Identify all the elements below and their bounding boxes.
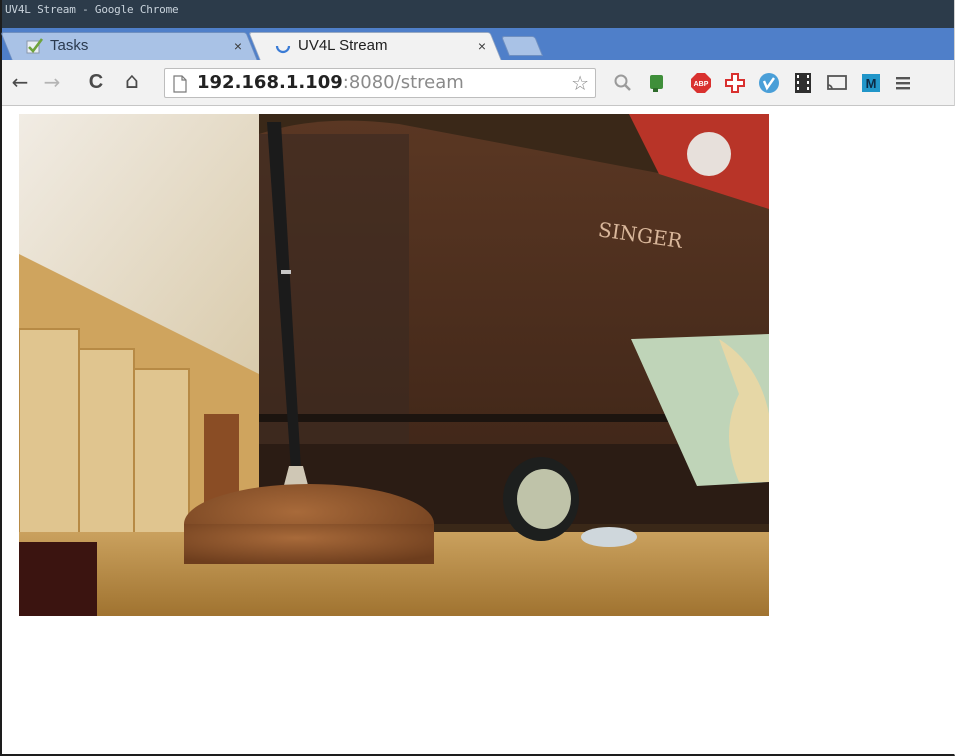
svg-text:M: M — [866, 76, 877, 91]
plus-cross-extension-icon[interactable] — [724, 72, 746, 94]
video-stream-image: SINGER — [19, 114, 769, 616]
address-bar[interactable]: 192.168.1.109:8080/stream ☆ — [164, 68, 596, 98]
window-title: UV4L Stream - Google Chrome — [5, 3, 179, 16]
page-icon — [173, 75, 187, 97]
new-tab-button[interactable] — [500, 36, 544, 56]
m-extension-icon[interactable]: M — [860, 72, 882, 94]
star-bookmark-icon[interactable]: ☆ — [571, 71, 589, 95]
url-path: :8080/stream — [342, 72, 464, 93]
svg-text:ABP: ABP — [694, 81, 709, 88]
tab-tasks[interactable]: Tasks × — [0, 32, 259, 61]
browser-toolbar: ← → C ⌂ 192.168.1.109:8080/stream ☆ ABP — [2, 60, 954, 106]
page-viewport: SINGER — [4, 106, 955, 754]
browser-window: UV4L Stream - Google Chrome Tasks × UV4L… — [0, 0, 955, 756]
loading-spinner-icon — [274, 37, 292, 55]
url-text: 192.168.1.109:8080/stream — [197, 69, 464, 97]
url-host: 192.168.1.109 — [197, 72, 343, 93]
film-strip-icon[interactable] — [792, 72, 814, 94]
tab-label: UV4L Stream — [298, 37, 388, 54]
reload-button[interactable]: C — [84, 70, 108, 94]
cast-icon[interactable] — [826, 72, 848, 94]
tab-strip: Tasks × UV4L Stream × — [0, 28, 954, 61]
vimeo-icon[interactable] — [758, 72, 780, 94]
search-extension-icon[interactable] — [612, 72, 634, 94]
tab-uv4l-stream[interactable]: UV4L Stream × — [248, 32, 502, 61]
evernote-icon[interactable] — [646, 72, 668, 94]
forward-button[interactable]: → — [40, 70, 64, 94]
home-button[interactable]: ⌂ — [120, 70, 144, 94]
adblock-plus-icon[interactable]: ABP — [690, 72, 712, 94]
tab-label: Tasks — [50, 37, 89, 54]
window-titlebar: UV4L Stream - Google Chrome — [2, 0, 954, 28]
close-tab-icon[interactable]: × — [230, 32, 246, 60]
menu-icon[interactable] — [892, 72, 914, 94]
checkmark-icon — [26, 37, 44, 55]
back-button[interactable]: ← — [8, 70, 32, 94]
close-tab-icon[interactable]: × — [474, 32, 490, 60]
